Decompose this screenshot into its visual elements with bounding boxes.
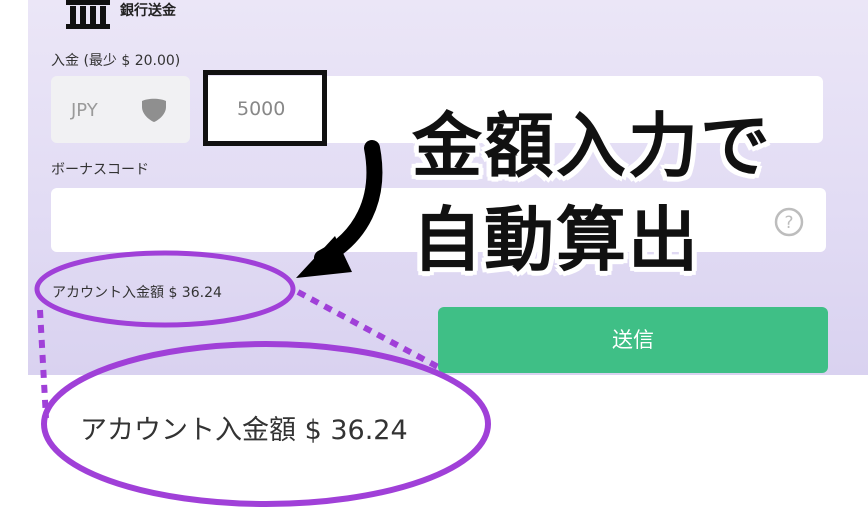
account-deposit-amount: アカウント入金額 $ 36.24 bbox=[52, 285, 222, 301]
send-button[interactable]: 送信 bbox=[438, 307, 828, 373]
zoomed-account-deposit-amount: アカウント入金額 $ 36.24 bbox=[80, 415, 408, 446]
currency-value: JPY bbox=[71, 100, 98, 121]
bank-icon bbox=[66, 0, 110, 29]
deposit-label: 入金 (最少 $ 20.00) bbox=[51, 53, 181, 69]
overlay-caption-line1: 金額入力で bbox=[412, 105, 772, 187]
amount-highlight-frame bbox=[203, 70, 327, 146]
overlay-caption-line2: 自動算出 bbox=[412, 199, 700, 281]
svg-text:?: ? bbox=[784, 213, 793, 233]
help-circle-icon[interactable]: ? bbox=[773, 206, 805, 238]
shield-icon bbox=[142, 98, 166, 122]
bonus-code-label: ボーナスコード bbox=[51, 162, 149, 178]
payment-method-label: 銀行送金 bbox=[120, 3, 176, 19]
currency-select[interactable]: JPY bbox=[51, 76, 190, 143]
